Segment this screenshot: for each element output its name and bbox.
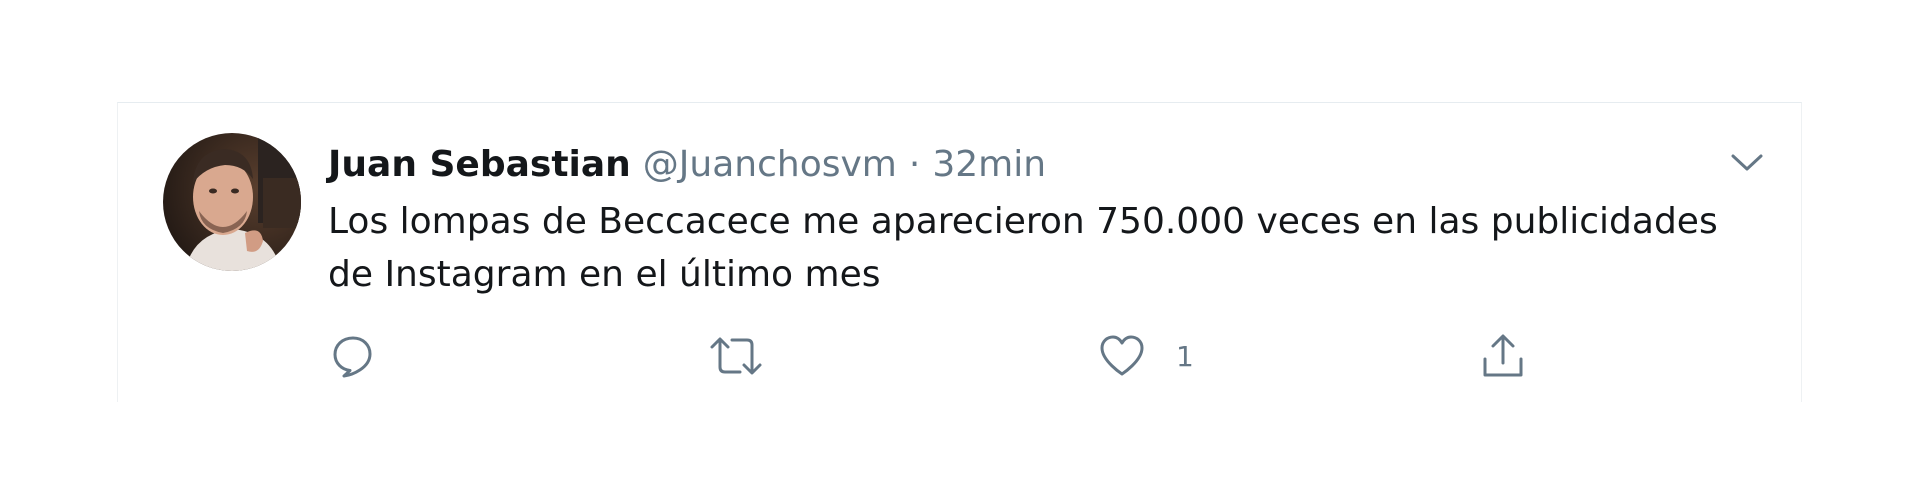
heart-icon (1100, 335, 1144, 376)
page: Juan Sebastian @Juanchosvm · 32min Los l… (0, 0, 1920, 498)
retweet-icon (710, 337, 762, 375)
like-count: 1 (1176, 339, 1194, 373)
tweet-card[interactable]: Juan Sebastian @Juanchosvm · 32min Los l… (117, 102, 1802, 402)
tweet-timestamp[interactable]: 32min (932, 144, 1046, 185)
tweet-text-line: Los lompas de Beccacece me aparecieron 7… (328, 201, 1718, 242)
author-display-name[interactable]: Juan Sebastian (328, 144, 631, 185)
retweet-button[interactable] (708, 331, 764, 381)
reply-bubble-icon (333, 336, 372, 378)
share-upload-icon (1483, 334, 1523, 377)
reply-button[interactable] (330, 331, 376, 381)
tweet-text: Los lompas de Beccacece me aparecieron 7… (328, 195, 1748, 301)
tweet-menu-button[interactable] (1725, 141, 1769, 185)
header-separator: · (908, 143, 921, 185)
author-handle[interactable]: @Juanchosvm (643, 144, 897, 185)
like-button[interactable]: 1 (1098, 331, 1194, 381)
tweet-text-line: de Instagram en el último mes (328, 254, 881, 295)
avatar[interactable] (163, 133, 301, 271)
tweet-header: Juan Sebastian @Juanchosvm · 32min (328, 139, 1046, 189)
chevron-down-icon (1731, 154, 1763, 171)
avatar-photo (163, 133, 301, 271)
share-button[interactable] (1480, 331, 1526, 381)
